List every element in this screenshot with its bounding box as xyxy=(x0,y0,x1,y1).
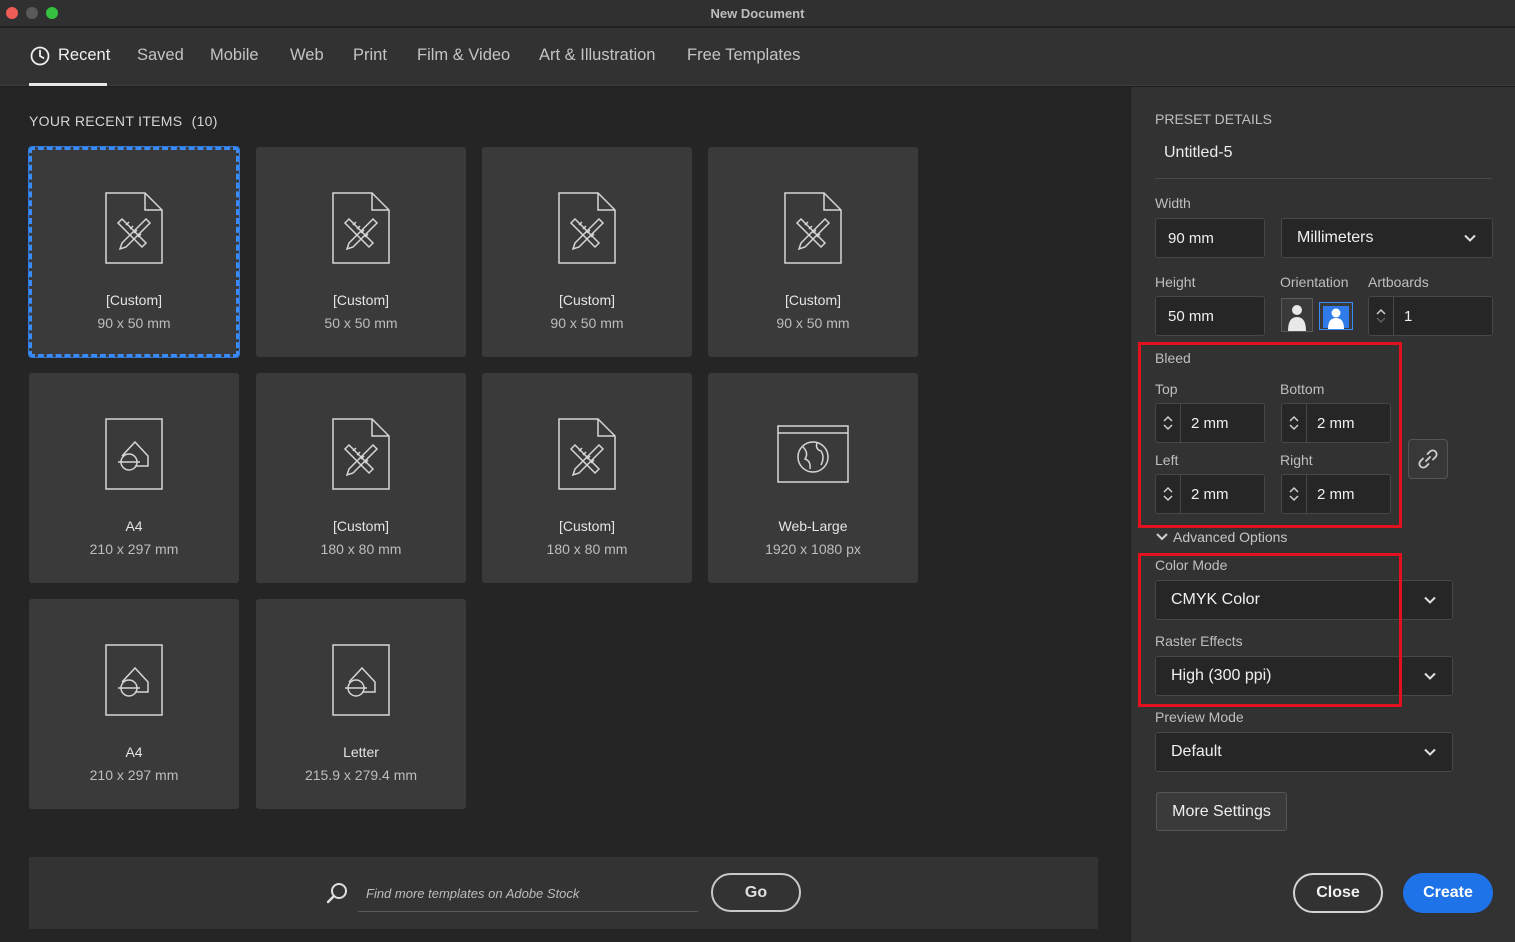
artboards-field[interactable]: 1 xyxy=(1368,296,1493,336)
art-document-icon xyxy=(558,192,616,269)
tab-recent[interactable]: Recent xyxy=(58,46,110,65)
recent-item-size: 215.9 x 279.4 mm xyxy=(304,767,418,783)
recent-item-size: 210 x 297 mm xyxy=(89,767,179,783)
recent-item-size: 90 x 50 mm xyxy=(550,315,624,331)
recent-item-size: 50 x 50 mm xyxy=(324,315,398,331)
print-document-icon xyxy=(105,644,163,721)
recent-item-name: [Custom] xyxy=(332,292,389,308)
recent-item-name: A4 xyxy=(125,518,143,534)
tab-print[interactable]: Print xyxy=(353,46,387,65)
recent-item-size: 1920 x 1080 px xyxy=(765,541,861,557)
color-raster-highlight-box xyxy=(1138,553,1402,707)
portrait-person-icon xyxy=(1288,305,1306,331)
artboards-label: Artboards xyxy=(1368,274,1429,290)
recent-item-card[interactable]: Web-Large 1920 x 1080 px xyxy=(708,373,918,583)
search-icon xyxy=(326,883,347,904)
recent-item-name: [Custom] xyxy=(558,292,615,308)
recent-item-card[interactable]: Letter 215.9 x 279.4 mm xyxy=(256,599,466,809)
units-dropdown[interactable]: Millimeters xyxy=(1281,218,1493,258)
units-value: Millimeters xyxy=(1297,229,1374,246)
chevron-down-icon xyxy=(1464,234,1476,242)
bleed-highlight-box xyxy=(1138,342,1402,528)
recent-items-heading: YOUR RECENT ITEMS xyxy=(29,113,183,129)
tab-film-video[interactable]: Film & Video xyxy=(417,46,510,65)
go-button[interactable]: Go xyxy=(711,873,801,912)
create-button[interactable]: Create xyxy=(1403,873,1493,913)
preview-mode-dropdown[interactable]: Default xyxy=(1155,732,1453,772)
link-icon xyxy=(1418,449,1438,469)
landscape-person-icon xyxy=(1323,306,1349,329)
recent-item-name: Letter xyxy=(343,744,379,760)
width-label: Width xyxy=(1155,195,1191,211)
link-bleed-button[interactable] xyxy=(1408,439,1448,479)
chevron-down-icon xyxy=(1376,317,1386,324)
clock-icon xyxy=(30,46,50,66)
recent-item-size: 90 x 50 mm xyxy=(97,315,171,331)
recent-item-name: [Custom] xyxy=(105,292,162,308)
art-document-icon xyxy=(332,418,390,495)
title-bar: New Document xyxy=(0,0,1515,27)
art-document-icon xyxy=(332,192,390,269)
landscape-orientation-button[interactable] xyxy=(1319,302,1353,330)
preview-mode-value: Default xyxy=(1171,743,1222,760)
recent-item-size: 90 x 50 mm xyxy=(776,315,850,331)
recent-item-size: 180 x 80 mm xyxy=(320,541,402,557)
artboards-stepper[interactable] xyxy=(1369,297,1394,335)
more-settings-button[interactable]: More Settings xyxy=(1156,792,1287,831)
recent-item-name: [Custom] xyxy=(332,518,389,534)
print-document-icon xyxy=(332,644,390,721)
tab-art-illustration[interactable]: Art & Illustration xyxy=(539,46,655,65)
recent-item-card[interactable]: [Custom] 50 x 50 mm xyxy=(256,147,466,357)
advanced-options-label: Advanced Options xyxy=(1173,529,1288,545)
active-tab-indicator xyxy=(29,83,107,86)
art-document-icon xyxy=(784,192,842,269)
recent-item-name: A4 xyxy=(125,744,143,760)
preset-details-title: PRESET DETAILS xyxy=(1155,111,1272,127)
recent-item-card[interactable]: A4 210 x 297 mm xyxy=(29,599,239,809)
category-tab-bar: Recent Saved Mobile Web Print Film & Vid… xyxy=(0,28,1515,86)
recent-item-card[interactable]: [Custom] 90 x 50 mm xyxy=(708,147,918,357)
recent-item-name: [Custom] xyxy=(558,518,615,534)
chevron-down-icon xyxy=(1424,672,1436,680)
artboards-value: 1 xyxy=(1404,307,1413,325)
height-field[interactable]: 50 mm xyxy=(1155,296,1265,336)
recent-item-size: 210 x 297 mm xyxy=(89,541,179,557)
tab-free-templates[interactable]: Free Templates xyxy=(687,46,800,65)
height-label: Height xyxy=(1155,274,1196,290)
recent-item-card[interactable]: [Custom] 180 x 80 mm xyxy=(482,373,692,583)
recent-item-card[interactable]: [Custom] 90 x 50 mm xyxy=(482,147,692,357)
window-title: New Document xyxy=(710,6,805,21)
recent-item-name: [Custom] xyxy=(784,292,841,308)
recent-items-title: YOUR RECENT ITEMS (10) xyxy=(29,113,218,129)
recent-item-card[interactable]: [Custom] 180 x 80 mm xyxy=(256,373,466,583)
advanced-options-toggle[interactable]: Advanced Options xyxy=(1156,529,1287,545)
preview-mode-label: Preview Mode xyxy=(1155,709,1244,725)
width-field[interactable]: 90 mm xyxy=(1155,218,1265,258)
document-name-field[interactable]: Untitled-5 xyxy=(1155,139,1492,179)
close-button[interactable]: Close xyxy=(1293,873,1383,913)
print-document-icon xyxy=(105,418,163,495)
web-document-icon xyxy=(777,425,849,488)
chevron-down-icon xyxy=(1156,533,1168,541)
portrait-orientation-button[interactable] xyxy=(1281,298,1313,332)
tab-web[interactable]: Web xyxy=(290,46,324,65)
orientation-label: Orientation xyxy=(1280,274,1349,290)
stock-search-input[interactable] xyxy=(358,876,698,912)
chevron-down-icon xyxy=(1424,596,1436,604)
art-document-icon xyxy=(105,192,163,269)
recent-items-count: (10) xyxy=(191,113,218,129)
art-document-icon xyxy=(558,418,616,495)
recent-item-size: 180 x 80 mm xyxy=(546,541,628,557)
tab-mobile[interactable]: Mobile xyxy=(210,46,259,65)
chevron-up-icon xyxy=(1376,308,1386,315)
recent-item-card[interactable]: [Custom] 90 x 50 mm xyxy=(28,146,240,358)
recent-item-name: Web-Large xyxy=(778,518,848,534)
recent-item-card[interactable]: A4 210 x 297 mm xyxy=(29,373,239,583)
tab-saved[interactable]: Saved xyxy=(137,46,184,65)
chevron-down-icon xyxy=(1424,748,1436,756)
